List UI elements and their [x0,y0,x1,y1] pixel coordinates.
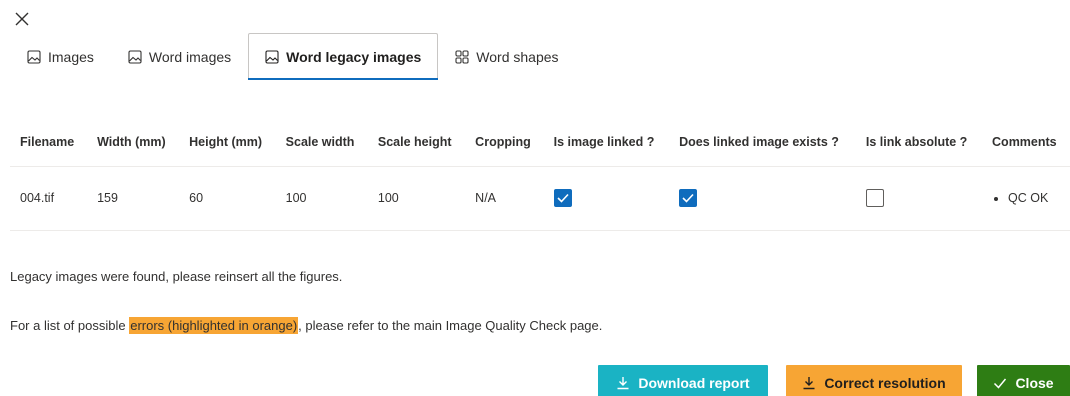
download-report-button[interactable]: Download report [598,365,768,396]
column-header-filename[interactable]: Filename [10,118,88,167]
tab-label: Word images [148,48,232,65]
cell-width: 159 [87,166,180,231]
legacy-images-message: Legacy images were found, please reinser… [10,269,343,284]
column-header-linked-exists[interactable]: Does linked image exists ? [669,118,856,167]
column-header-is-linked[interactable]: Is image linked ? [543,118,670,167]
tab-word-legacy-images[interactable]: Word legacy images [248,33,439,80]
column-header-is-absolute[interactable]: Is link absolute ? [855,118,983,167]
close-label: Close [1015,375,1054,391]
image-icon [265,50,279,64]
cell-comments: QC OK [982,166,1070,231]
errors-info-suffix: , please refer to the main Image Quality… [298,318,603,333]
cell-is-linked [543,166,670,231]
errors-highlight: errors (highlighted in orange) [129,317,299,334]
column-header-width[interactable]: Width (mm) [87,118,180,167]
check-mark-icon [682,193,694,203]
tab-label: Images [48,48,94,65]
errors-info-prefix: For a list of possible [10,318,130,333]
close-button[interactable]: Close [977,365,1070,396]
linked-exists-checkbox[interactable] [679,189,698,207]
cell-height: 60 [179,166,276,231]
image-icon [128,49,142,64]
cell-linked-exists [669,166,856,231]
check-mark-icon [557,193,569,203]
column-header-scale-width[interactable]: Scale width [275,118,368,167]
tab-label: Word legacy images [286,49,422,65]
download-icon [616,376,630,390]
tab-images[interactable]: Images [10,33,111,80]
cell-is-absolute [855,166,983,231]
is-absolute-checkbox[interactable] [865,189,884,207]
table-row: 004.tif 159 60 100 100 N/A QC OK [10,166,1070,231]
tab-word-shapes[interactable]: Word shapes [438,33,575,80]
cell-filename: 004.tif [10,166,88,231]
errors-info-message: For a list of possible errors (highlight… [10,317,603,334]
tab-label: Word shapes [476,48,559,65]
correct-resolution-label: Correct resolution [824,375,946,391]
comments-list: QC OK [992,191,1060,205]
download-report-label: Download report [638,375,750,391]
shapes-grid-icon [455,49,469,64]
download-icon [802,376,816,390]
table-header-row: Filename Width (mm) Height (mm) Scale wi… [10,118,1070,167]
close-dialog-icon[interactable] [14,11,32,29]
tab-bar: Images Word images Word legacy images Wo… [10,33,576,80]
column-header-cropping[interactable]: Cropping [465,118,544,167]
checkmark-icon [993,376,1007,390]
cell-scale-height: 100 [367,166,466,231]
column-header-height[interactable]: Height (mm) [179,118,276,167]
is-linked-checkbox[interactable] [553,189,572,207]
tab-word-images[interactable]: Word images [111,33,248,80]
cell-cropping: N/A [465,166,544,231]
legacy-images-table: Filename Width (mm) Height (mm) Scale wi… [10,118,1070,231]
image-icon [27,49,41,64]
column-header-comments[interactable]: Comments [982,118,1070,167]
cell-scale-width: 100 [275,166,368,231]
comment-item: QC OK [1008,191,1060,205]
column-header-scale-height[interactable]: Scale height [367,118,466,167]
correct-resolution-button[interactable]: Correct resolution [786,365,962,396]
